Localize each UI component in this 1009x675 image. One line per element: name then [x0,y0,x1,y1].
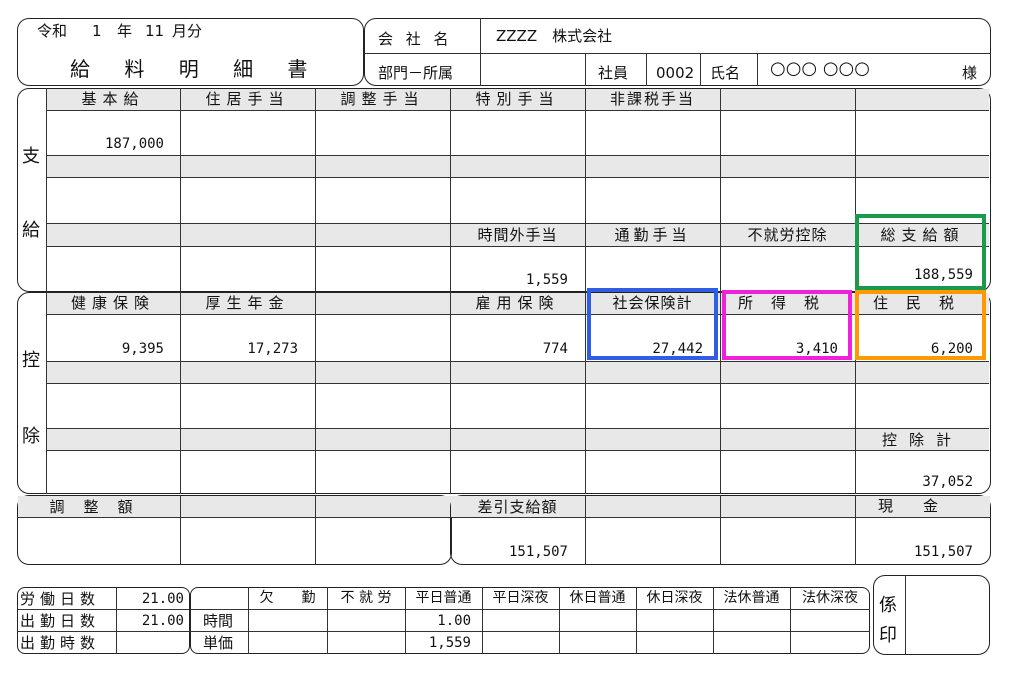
ded-header-health: 健康保険 [70,294,155,312]
pay-header-special: 特別手当 [475,90,560,108]
resident-tax-highlight [855,290,986,360]
year-value: 1 [92,22,102,40]
pay-value-overtime: 1,559 [525,272,568,288]
pay-header-absence-deduction: 不就労控除 [747,226,828,244]
social-insurance-highlight [587,288,718,360]
att-row-price-label: 単価 [203,634,234,652]
payment-section [17,88,991,292]
net-pay-value: 151,507 [508,544,568,560]
era-label: 令和 [37,22,68,40]
att-weekday-normal-price: 1,559 [428,635,471,651]
income-tax-highlight [722,290,852,360]
ded-value-pension: 17,273 [247,341,298,357]
deduction-side-label-2: 除 [22,426,40,447]
ded-value-health: 9,395 [121,341,164,357]
payment-side-label-2: 給 [22,220,40,241]
ded-header-pension: 厚生年金 [205,294,290,312]
pay-header-overtime: 時間外手当 [477,226,558,244]
employee-label: 社員 [598,64,629,82]
att-header-weekday-normal: 平日普通 [415,590,472,606]
att-header-weekday-night: 平日深夜 [492,590,549,606]
net-pay-label: 差引支給額 [477,498,558,516]
employee-name: ○○○ ○○○ [770,58,870,79]
employee-number: 0002 [656,64,695,82]
pay-header-commute: 通勤手当 [614,226,691,244]
att-header-legal-normal: 法休普通 [723,590,780,606]
ded-value-employment: 774 [542,341,568,357]
payment-side-label-1: 支 [22,146,40,167]
pay-header-nontaxable: 非課税手当 [609,90,695,108]
page-title: 給 料 明 細 書 [70,57,322,81]
workdays-value: 21.00 [141,591,184,607]
dept-label: 部門－所属 [378,64,454,82]
att-weekday-normal-hours: 1.00 [437,613,471,629]
att-header-absence: 欠 勤 [259,590,316,606]
deduction-side-label-1: 控 [22,350,40,371]
ded-header-employment: 雇用保険 [475,294,560,312]
company-name: ZZZZ 株式会社 [496,27,613,45]
attendance-days-label: 出勤日数 [20,612,101,630]
pay-header-housing: 住居手当 [205,90,290,108]
total-pay-highlight [855,214,986,290]
month-unit: 月分 [172,22,203,40]
ded-header-total: 控除計 [881,431,963,449]
workdays-label: 労働日数 [20,590,101,608]
attendance-hours-label: 出勤時数 [20,634,101,652]
company-label: 会 社 名 [378,30,453,48]
adjust-label: 調 整 額 [49,498,135,516]
year-unit: 年 [117,22,133,40]
att-header-holiday-normal: 休日普通 [569,590,626,606]
pay-value-basic: 187,000 [104,136,164,152]
month-value: 11 [145,22,165,40]
pay-header-adjustment: 調整手当 [340,90,425,108]
att-header-legal-night: 法休深夜 [802,590,858,606]
ded-value-total: 37,052 [922,474,973,490]
stamp-label-2: 印 [879,625,897,646]
attendance-days-value: 21.00 [141,613,184,629]
pay-header-basic: 基本給 [81,90,145,108]
honorific: 様 [962,64,978,82]
cash-label: 現 金 [878,497,939,515]
att-header-nonwork: 不 就 労 [340,590,392,606]
stamp-label-1: 係 [879,595,897,616]
att-header-holiday-night: 休日深夜 [646,590,703,606]
name-label: 氏名 [710,64,741,82]
att-row-hours-label: 時間 [203,612,234,630]
cash-value: 151,507 [913,544,973,560]
